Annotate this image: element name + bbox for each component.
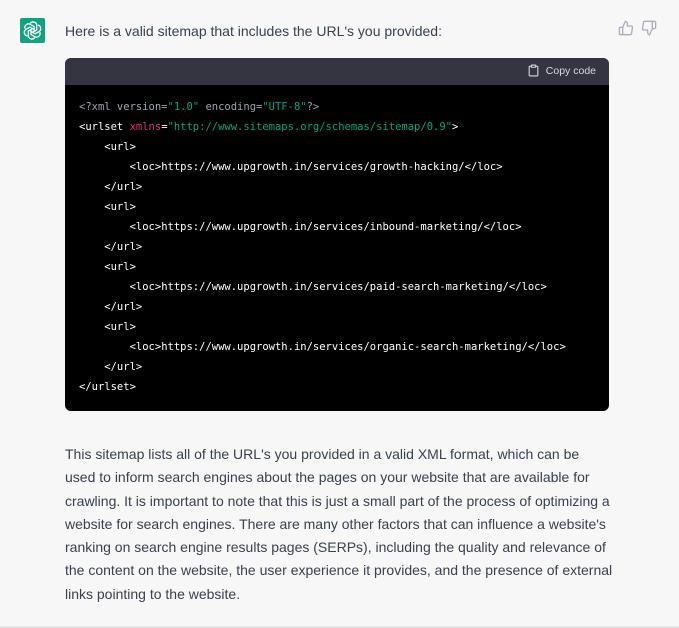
code-line: </url> [79, 177, 593, 197]
assistant-avatar [20, 18, 45, 43]
code-line: <url> [79, 137, 593, 157]
code-line: <?xml version="1.0" encoding="UTF-8"?> [79, 97, 593, 117]
code-token: <loc> [79, 281, 162, 293]
code-token: <url> [79, 201, 136, 213]
code-line: <loc>https://www.upgrowth.in/services/or… [79, 337, 593, 357]
message-intro: Here is a valid sitemap that includes th… [65, 23, 442, 39]
code-token: xmlns [129, 121, 162, 133]
code-line: <loc>https://www.upgrowth.in/services/in… [79, 217, 593, 237]
thumbs-up-button[interactable] [618, 20, 634, 36]
code-token: <url> [79, 261, 136, 273]
code-token: </url> [79, 361, 143, 373]
code-line: <url> [79, 197, 593, 217]
code-line: <loc>https://www.upgrowth.in/services/gr… [79, 157, 593, 177]
code-token: <loc> [79, 341, 162, 353]
code-token: <url> [79, 141, 136, 153]
assistant-message: Here is a valid sitemap that includes th… [0, 0, 679, 628]
code-token: </urlset> [79, 381, 136, 393]
code-token: </loc> [508, 281, 547, 293]
code-token: > [452, 121, 459, 133]
thumbs-down-icon [641, 20, 657, 36]
thumbs-down-button[interactable] [641, 20, 657, 36]
code-token: https://www.upgrowth.in/services/paid-se… [161, 281, 509, 293]
code-line: <loc>https://www.upgrowth.in/services/pa… [79, 277, 593, 297]
code-token: <loc> [79, 161, 162, 173]
code-token: encoding= [199, 101, 263, 113]
code-token: </url> [79, 241, 143, 253]
code-token: </url> [79, 301, 143, 313]
code-token: https://www.upgrowth.in/services/growth-… [161, 161, 465, 173]
code-line: <url> [79, 317, 593, 337]
code-line: <urlset xmlns="http://www.sitemaps.org/s… [79, 117, 593, 137]
code-token: <url> [79, 321, 136, 333]
code-line: </url> [79, 357, 593, 377]
code-token: <?xml version= [79, 101, 168, 113]
code-token: <loc> [79, 221, 162, 233]
code-line: </urlset> [79, 377, 593, 397]
thumbs-up-icon [618, 20, 634, 36]
message-explanation: This sitemap lists all of the URL's you … [65, 446, 613, 602]
code-token: <urlset [79, 121, 130, 133]
copy-code-button[interactable]: Copy code [527, 64, 596, 77]
code-token: </loc> [464, 161, 503, 173]
code-token: "1.0" [167, 101, 200, 113]
code-token: "UTF-8" [262, 101, 307, 113]
code-token: "http://www.sitemaps.org/schemas/sitemap… [167, 121, 452, 133]
code-token: </url> [79, 181, 143, 193]
openai-logo-icon [20, 18, 45, 43]
code-token: </loc> [527, 341, 566, 353]
code-block: Copy code <?xml version="1.0" encoding="… [65, 58, 609, 411]
code-line: </url> [79, 237, 593, 257]
copy-code-label: Copy code [545, 64, 596, 77]
code-block-header: Copy code [65, 58, 609, 85]
code-token: https://www.upgrowth.in/services/inbound… [161, 221, 484, 233]
code-token: </loc> [483, 221, 522, 233]
code-line: <url> [79, 257, 593, 277]
code-token: ?> [306, 101, 320, 113]
clipboard-icon [528, 64, 539, 77]
code-line: </url> [79, 297, 593, 317]
code-token: https://www.upgrowth.in/services/organic… [161, 341, 528, 353]
code-content: <?xml version="1.0" encoding="UTF-8"?> <u… [65, 85, 609, 397]
